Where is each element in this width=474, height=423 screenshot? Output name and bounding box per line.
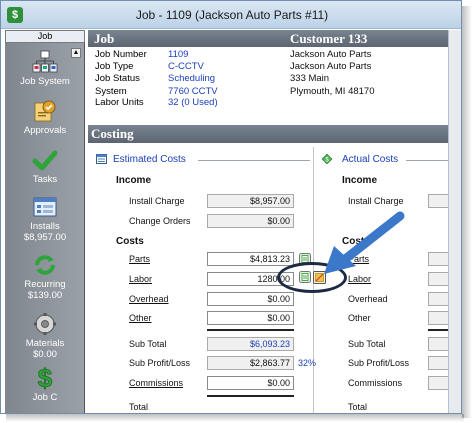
system-value[interactable]: 7760 CCTV — [168, 86, 218, 97]
labor-units-label: Labor Units — [95, 97, 144, 108]
est-install-charge-field: $8,957.00 — [207, 194, 294, 208]
job-type-label: Job Type — [95, 61, 134, 72]
sidebar-item-label: Job System — [20, 76, 70, 87]
act-commissions-label: Commissions — [348, 378, 403, 388]
job-type-value[interactable]: C-CCTV — [168, 61, 204, 72]
svg-text:$: $ — [38, 364, 53, 390]
est-other-label[interactable]: Other — [129, 313, 152, 323]
title-bar[interactable]: $ Job - 1109 (Jackson Auto Parts #11) — [1, 1, 461, 29]
sidebar-item-label: Approvals — [23, 125, 67, 136]
act-subtotal-label: Sub Total — [348, 339, 386, 349]
job-costing-icon: $ — [37, 364, 53, 390]
act-total-label: Total — [348, 402, 368, 412]
customer-address: 333 Main — [290, 73, 330, 84]
est-sub-profit-field: $2,863.77 — [207, 356, 294, 370]
window-shadow-right — [462, 6, 472, 418]
sidebar-item-tasks[interactable]: Tasks — [5, 148, 85, 185]
est-sub-profit-percent: 32% — [298, 358, 317, 368]
installs-icon — [33, 197, 57, 217]
est-labor-link[interactable]: Labor — [129, 274, 152, 284]
act-income-heading: Income — [342, 175, 378, 186]
sidebar-item-label: Tasks — [32, 174, 58, 185]
sidebar: Job ▲ Job System Approvals Tasks Install… — [5, 30, 85, 413]
act-overhead-label: Overhead — [348, 294, 388, 304]
customer-city-state-zip: Plymouth, MI 48170 — [290, 86, 375, 97]
est-install-charge-label: Install Charge — [129, 196, 185, 206]
est-subtotal-rule — [207, 329, 294, 331]
materials-icon — [34, 313, 56, 335]
actual-costs-icon: $ — [321, 153, 333, 164]
tasks-icon — [32, 150, 58, 171]
job-window: $ Job - 1109 (Jackson Auto Parts #11) Jo… — [0, 0, 462, 414]
est-commissions-link[interactable]: Commissions — [129, 378, 183, 388]
est-total-label: Total — [129, 402, 149, 412]
costing-section-header: Costing — [88, 125, 461, 143]
callout-arrow-icon — [324, 211, 405, 274]
sidebar-item-job-costing[interactable]: $ Job C — [5, 364, 85, 403]
est-other-link[interactable]: Other — [129, 313, 152, 323]
window-shadow-bottom — [6, 414, 464, 422]
sidebar-item-label: Materials — [25, 338, 65, 349]
act-sub-profit-label: Sub Profit/Loss — [348, 358, 410, 368]
act-other-label: Other — [348, 313, 371, 323]
est-parts-link[interactable]: Parts — [129, 254, 150, 264]
sidebar-item-materials[interactable]: Materials $0.00 — [5, 312, 85, 360]
est-commissions-field[interactable]: $0.00 — [207, 376, 294, 390]
job-number-label: Job Number — [95, 49, 147, 60]
est-subtotal-label: Sub Total — [129, 339, 167, 349]
job-section-header: Job — [88, 30, 286, 47]
est-sub-profit-label: Sub Profit/Loss — [129, 358, 191, 368]
actual-costs-title: Actual Costs — [342, 154, 399, 165]
sidebar-header[interactable]: Job — [5, 30, 85, 43]
est-other-field[interactable]: $0.00 — [207, 311, 294, 325]
window-title: Job - 1109 (Jackson Auto Parts #11) — [135, 8, 329, 22]
est-change-orders-label: Change Orders — [129, 216, 191, 226]
sidebar-item-label: Installs — [30, 221, 60, 232]
job-status-value[interactable]: Scheduling — [168, 73, 215, 84]
sidebar-item-amount: $139.00 — [27, 290, 63, 301]
est-overhead-field[interactable]: $0.00 — [207, 292, 294, 306]
sidebar-item-amount: $0.00 — [33, 349, 57, 360]
estimated-title-rule — [198, 160, 310, 161]
est-subtotal-field: $6,093.23 — [207, 337, 294, 351]
customer-section-header: Customer 133 — [286, 30, 461, 47]
estimated-costs-icon — [96, 154, 107, 164]
customer-site-name: Jackson Auto Parts — [290, 61, 372, 72]
est-overhead-link[interactable]: Overhead — [129, 294, 169, 304]
job-number-value[interactable]: 1109 — [168, 49, 188, 60]
sidebar-item-approvals[interactable]: Approvals — [5, 99, 85, 136]
sidebar-item-recurring[interactable]: Recurring $139.00 — [5, 253, 85, 301]
job-system-icon — [32, 50, 58, 73]
vertical-scrollbar[interactable] — [448, 30, 461, 413]
act-install-charge-label: Install Charge — [348, 196, 404, 206]
est-parts-field[interactable]: $4,813.23 — [207, 252, 294, 266]
sidebar-item-label: Recurring — [24, 279, 66, 290]
job-info-panel: Job Number 1109 Job Type C-CCTV Job Stat… — [88, 47, 461, 125]
recurring-icon — [35, 255, 55, 275]
est-overhead-label[interactable]: Overhead — [129, 294, 169, 304]
sidebar-item-amount: $8,957.00 — [23, 232, 67, 243]
job-status-label: Job Status — [95, 73, 140, 84]
sidebar-item-installs[interactable]: Installs $8,957.00 — [5, 195, 85, 243]
est-labor-label[interactable]: Labor — [129, 274, 152, 284]
est-total-rule — [207, 395, 294, 397]
sidebar-item-label: Job C — [32, 392, 58, 403]
estimated-costs-title: Estimated Costs — [113, 154, 186, 165]
est-income-heading: Income — [116, 175, 152, 186]
customer-name: Jackson Auto Parts — [290, 49, 372, 60]
approvals-icon — [34, 100, 56, 122]
sidebar-item-job-system[interactable]: Job System — [5, 50, 85, 87]
est-change-orders-field: $0.00 — [207, 214, 294, 228]
system-label: System — [95, 86, 127, 97]
labor-units-value[interactable]: 32 (0 Used) — [168, 97, 218, 108]
est-parts-label[interactable]: Parts — [129, 254, 150, 264]
est-commissions-label[interactable]: Commissions — [129, 378, 183, 388]
est-costs-heading: Costs — [116, 236, 144, 247]
